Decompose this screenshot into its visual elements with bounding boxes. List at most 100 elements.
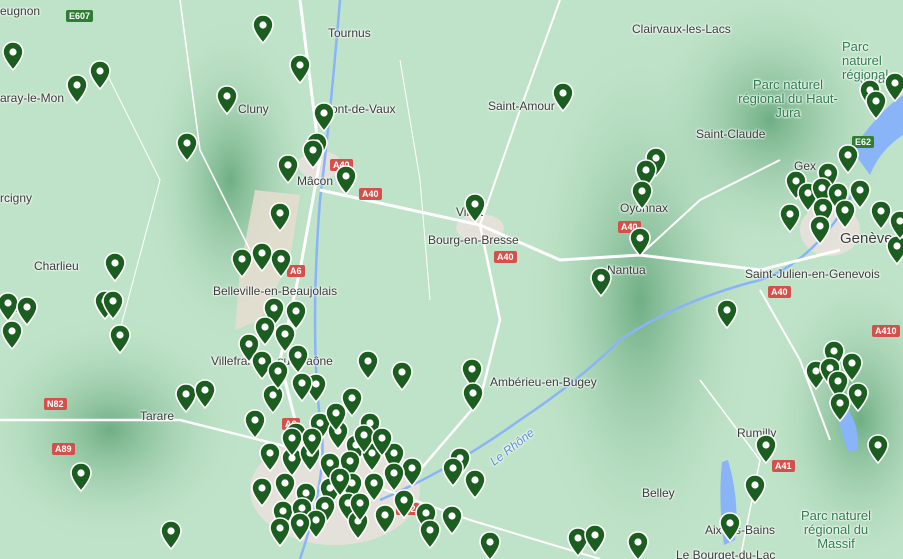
- map-marker[interactable]: [252, 14, 274, 44]
- map-marker[interactable]: [291, 372, 313, 402]
- map-marker[interactable]: [269, 517, 291, 547]
- map-marker[interactable]: [176, 132, 198, 162]
- marker-pin-icon: [285, 300, 307, 330]
- marker-pin-icon: [744, 474, 766, 504]
- place-label: Belleville-en-Beaujolais: [213, 284, 338, 298]
- map-marker[interactable]: [259, 442, 281, 472]
- place-label: Clairvaux-les-Lacs: [632, 22, 731, 36]
- map-marker[interactable]: [216, 85, 238, 115]
- marker-pin-icon: [269, 517, 291, 547]
- map-marker[interactable]: [89, 60, 111, 90]
- map-marker[interactable]: [837, 144, 859, 174]
- map-marker[interactable]: [391, 361, 413, 391]
- map-marker[interactable]: [779, 203, 801, 233]
- road-shield: A40: [359, 188, 382, 200]
- map-marker[interactable]: [590, 267, 612, 297]
- map-marker[interactable]: [755, 434, 777, 464]
- map-marker[interactable]: [285, 300, 307, 330]
- map-marker[interactable]: [2, 41, 24, 71]
- road-shield: N82: [44, 398, 67, 410]
- map-marker[interactable]: [744, 474, 766, 504]
- marker-pin-icon: [231, 248, 253, 278]
- map-marker[interactable]: [66, 74, 88, 104]
- marker-pin-icon: [335, 165, 357, 195]
- map-marker[interactable]: [479, 531, 501, 559]
- map-marker[interactable]: [374, 504, 396, 534]
- marker-pin-icon: [349, 492, 371, 522]
- map-marker[interactable]: [552, 82, 574, 112]
- map-marker[interactable]: [809, 215, 831, 245]
- road-shield: A40: [494, 251, 517, 263]
- map-marker[interactable]: [393, 489, 415, 519]
- place-label: Saint-Julien-en-Genevois: [745, 267, 880, 281]
- marker-pin-icon: [809, 215, 831, 245]
- map-marker[interactable]: [269, 202, 291, 232]
- map-marker[interactable]: [419, 519, 441, 549]
- map-marker[interactable]: [349, 492, 371, 522]
- map-marker[interactable]: [834, 199, 856, 229]
- map-marker[interactable]: [1, 320, 23, 350]
- marker-pin-icon: [393, 489, 415, 519]
- map-marker[interactable]: [357, 350, 379, 380]
- map-marker[interactable]: [631, 180, 653, 210]
- place-label: Ambérieu-en-Bugey: [490, 375, 597, 389]
- map-marker[interactable]: [889, 210, 903, 240]
- marker-pin-icon: [462, 382, 484, 412]
- place-label: Tournus: [328, 26, 371, 40]
- marker-pin-icon: [329, 467, 351, 497]
- map-marker[interactable]: [464, 469, 486, 499]
- marker-pin-icon: [464, 469, 486, 499]
- map-marker[interactable]: [301, 427, 323, 457]
- map-marker[interactable]: [102, 290, 124, 320]
- map-marker[interactable]: [231, 248, 253, 278]
- map-marker[interactable]: [251, 477, 273, 507]
- map-marker[interactable]: [719, 512, 741, 542]
- map-marker[interactable]: [627, 531, 649, 559]
- map-marker[interactable]: [109, 324, 131, 354]
- place-label: Saint-Amour: [488, 99, 555, 113]
- map-marker[interactable]: [884, 72, 903, 102]
- map-marker[interactable]: [383, 462, 405, 492]
- map-marker[interactable]: [441, 505, 463, 535]
- map-marker[interactable]: [287, 344, 309, 374]
- marker-pin-icon: [2, 41, 24, 71]
- map-marker[interactable]: [329, 467, 351, 497]
- map-marker[interactable]: [267, 360, 289, 390]
- map-marker[interactable]: [462, 382, 484, 412]
- marker-pin-icon: [102, 290, 124, 320]
- map-marker[interactable]: [325, 402, 347, 432]
- marker-pin-icon: [109, 324, 131, 354]
- map-canvas[interactable]: eugnon Tournus Clairvaux-les-Lacs Jura v…: [0, 0, 903, 559]
- map-marker[interactable]: [464, 193, 486, 223]
- map-marker[interactable]: [629, 227, 651, 257]
- road-shield: E607: [66, 10, 94, 22]
- map-marker[interactable]: [313, 102, 335, 132]
- marker-pin-icon: [374, 504, 396, 534]
- map-marker[interactable]: [281, 427, 303, 457]
- map-marker[interactable]: [160, 520, 182, 550]
- marker-pin-icon: [270, 248, 292, 278]
- map-marker[interactable]: [442, 457, 464, 487]
- map-marker[interactable]: [371, 427, 393, 457]
- map-marker[interactable]: [829, 392, 851, 422]
- marker-pin-icon: [313, 102, 335, 132]
- map-marker[interactable]: [194, 379, 216, 409]
- map-marker[interactable]: [104, 252, 126, 282]
- map-marker[interactable]: [302, 139, 324, 169]
- map-marker[interactable]: [335, 165, 357, 195]
- map-marker[interactable]: [867, 434, 889, 464]
- marker-pin-icon: [269, 202, 291, 232]
- marker-pin-icon: [251, 477, 273, 507]
- place-label: Charlieu: [34, 259, 79, 273]
- marker-pin-icon: [479, 531, 501, 559]
- map-marker[interactable]: [716, 299, 738, 329]
- map-marker[interactable]: [584, 524, 606, 554]
- map-marker[interactable]: [289, 512, 311, 542]
- map-marker[interactable]: [277, 154, 299, 184]
- marker-pin-icon: [325, 402, 347, 432]
- place-label: rcigny: [0, 191, 33, 205]
- map-marker[interactable]: [70, 462, 92, 492]
- map-marker[interactable]: [270, 248, 292, 278]
- marker-pin-icon: [176, 132, 198, 162]
- map-marker[interactable]: [289, 54, 311, 84]
